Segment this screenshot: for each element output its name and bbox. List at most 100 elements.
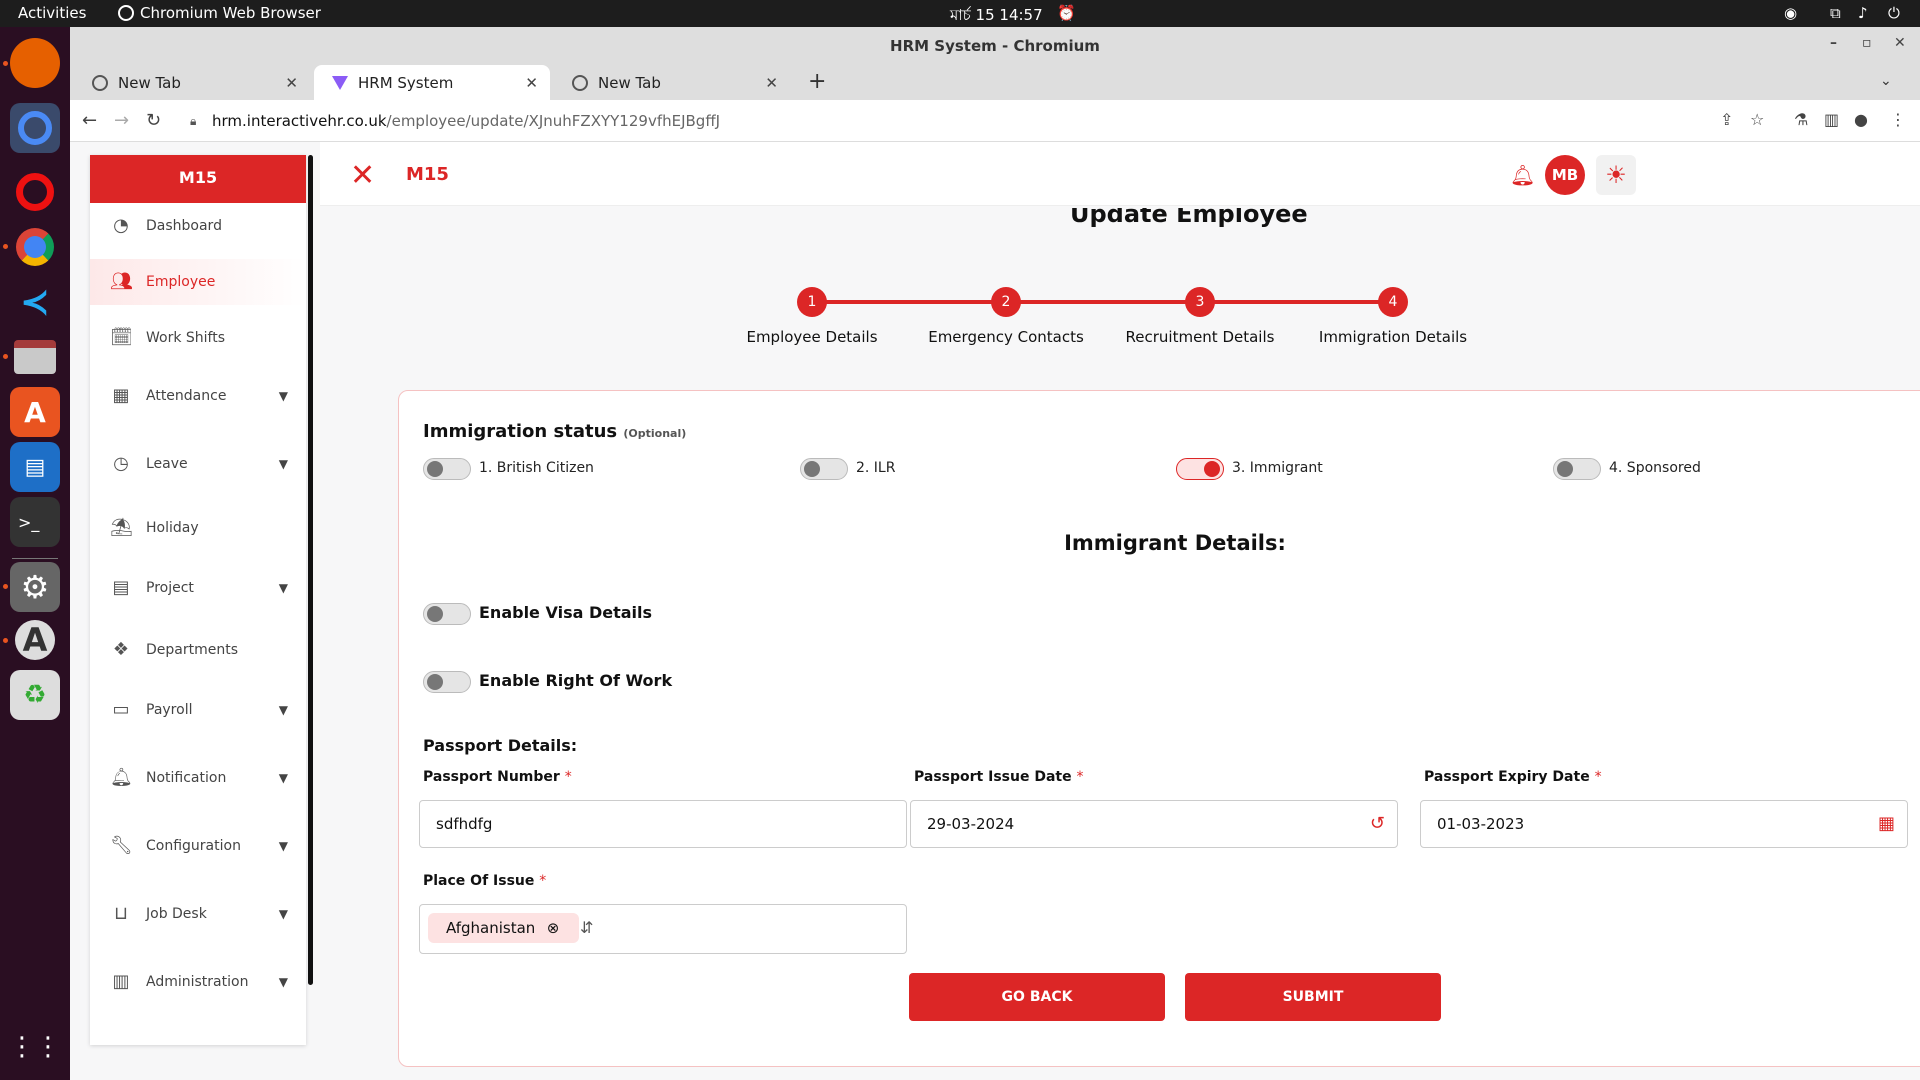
sidebar-item-employee[interactable]: 👥︎ Employee (90, 259, 306, 305)
back-icon[interactable]: ← (82, 110, 97, 131)
passport-issue-date-input[interactable]: 29-03-2024 ↺ (910, 800, 1398, 848)
site-info-icon[interactable]: 🔒︎ (190, 107, 196, 136)
trash-icon[interactable]: ♻ (10, 670, 60, 720)
side-panel-icon[interactable]: ▥ (1824, 110, 1839, 129)
power-icon[interactable]: ⏻ (1888, 4, 1900, 22)
remove-chip-icon[interactable]: ⊗ (547, 913, 560, 943)
sidebar-item-job-desk[interactable]: ⊔ Job Desk ▼ (90, 891, 306, 937)
sidebar-item-dashboard[interactable]: ◔ Dashboard (90, 203, 306, 249)
settings-icon[interactable]: ⚙ (10, 562, 60, 612)
chromium-favicon (572, 74, 588, 91)
tab-new-tab-1[interactable]: New Tab ✕ (74, 65, 310, 100)
network-icon[interactable]: ⧉ (1830, 4, 1841, 22)
close-tab-icon[interactable]: ✕ (285, 74, 298, 92)
toggle-knob (427, 606, 443, 622)
sidebar-item-leave[interactable]: ◷ Leave ▼ (90, 441, 306, 487)
app-menu[interactable]: Chromium Web Browser (140, 4, 321, 22)
input-value: 29-03-2024 (927, 815, 1015, 833)
toggle-sponsored[interactable] (1553, 458, 1601, 480)
show-apps-icon[interactable]: ⋮⋮ (9, 1022, 61, 1072)
passport-number-label: Passport Number * (423, 769, 572, 785)
sidebar-item-label: Payroll (146, 702, 193, 718)
firefox-icon[interactable] (10, 38, 60, 88)
forward-icon[interactable]: → (114, 110, 129, 131)
passport-expiry-date-input[interactable]: 01-03-2023 ▦ (1420, 800, 1908, 848)
place-of-issue-label: Place Of Issue * (423, 873, 546, 889)
close-tab-icon[interactable]: ✕ (525, 74, 538, 92)
cubes-icon: ❖ (112, 639, 130, 660)
dock-separator (12, 558, 58, 559)
chrome-icon[interactable] (10, 222, 60, 272)
immigration-status-text: Immigration status (423, 421, 618, 442)
step-4-circle[interactable]: 4 (1378, 287, 1408, 317)
reset-icon[interactable]: ↺ (1370, 801, 1385, 847)
share-icon[interactable]: ⇪ (1720, 110, 1733, 129)
submit-button[interactable]: SUBMIT (1185, 973, 1441, 1021)
extensions-icon[interactable]: ⚗ (1794, 110, 1808, 129)
toggle-immigrant[interactable] (1176, 458, 1224, 480)
minimize-icon[interactable]: – (1830, 35, 1837, 51)
writer-icon[interactable]: ▤ (10, 442, 60, 492)
menu-icon[interactable]: ⋮ (1890, 110, 1906, 129)
volume-icon[interactable]: ♪ (1858, 4, 1868, 22)
reload-icon[interactable]: ↻ (146, 110, 161, 131)
step-3-circle[interactable]: 3 (1185, 287, 1215, 317)
passport-number-input[interactable]: sdfhdfg (419, 800, 907, 848)
sidebar-item-departments[interactable]: ❖ Departments (90, 627, 306, 673)
chrome-tray-icon[interactable]: ◉ (1784, 4, 1797, 22)
toggle-ilr[interactable] (800, 458, 848, 480)
bookmark-star-icon[interactable]: ☆ (1750, 110, 1764, 129)
dock: ≺ A ▤ >_ ⚙ A ♻ ⋮⋮ (0, 27, 70, 1080)
updater-icon[interactable]: A (10, 615, 60, 665)
sidebar-item-notification[interactable]: 🔔︎ Notification ▼ (90, 755, 306, 801)
clock[interactable]: মার্চ 15 14:57 (950, 4, 1043, 29)
sidebar-item-project[interactable]: ▤ Project ▼ (90, 565, 306, 611)
sidebar-item-holiday[interactable]: ⛱ Holiday (90, 505, 306, 551)
maximize-icon[interactable]: ▫ (1862, 35, 1872, 51)
sidebar-item-administration[interactable]: ▥ Administration ▼ (90, 959, 306, 1005)
close-tab-icon[interactable]: ✕ (765, 74, 778, 92)
sidebar-item-attendance[interactable]: ▦ Attendance ▼ (90, 373, 306, 419)
chromium-dock-icon[interactable] (10, 103, 60, 153)
header-brand: M15 (406, 164, 449, 185)
sidebar-scrollbar[interactable] (308, 155, 313, 985)
step-2-label[interactable]: Emergency Contacts (906, 328, 1106, 346)
tab-hrm-system[interactable]: HRM System ✕ (314, 65, 550, 100)
step-3-label[interactable]: Recruitment Details (1100, 328, 1300, 346)
toggle-british-citizen[interactable] (423, 458, 471, 480)
title-bar: HRM System - Chromium – ▫ ✕ (70, 27, 1920, 65)
vscode-icon[interactable]: ≺ (10, 277, 60, 327)
go-back-button[interactable]: GO BACK (909, 973, 1165, 1021)
step-1-circle[interactable]: 1 (797, 287, 827, 317)
close-icon[interactable]: ✕ (350, 158, 375, 193)
step-2-circle[interactable]: 2 (991, 287, 1021, 317)
step-4-label[interactable]: Immigration Details (1293, 328, 1493, 346)
profile-icon[interactable]: ● (1854, 110, 1868, 129)
app-center-icon[interactable]: A (10, 387, 60, 437)
sort-arrows-icon[interactable]: ⇵ (580, 905, 593, 951)
label-text: Passport Issue Date (914, 769, 1072, 785)
address-bar[interactable]: 🔒︎ hrm.interactivehr.co.uk/employee/upda… (180, 107, 1740, 136)
close-window-icon[interactable]: ✕ (1894, 35, 1906, 51)
avatar[interactable]: MB (1545, 155, 1585, 195)
tab-search-icon[interactable]: ⌄ (1880, 73, 1892, 89)
activities-button[interactable]: Activities (18, 4, 86, 22)
toggle-knob (1204, 461, 1220, 477)
opera-icon[interactable] (10, 167, 60, 217)
tab-new-tab-2[interactable]: New Tab ✕ (554, 65, 790, 100)
files-icon[interactable] (10, 332, 60, 382)
notification-bell-icon[interactable]: 🔔︎ (1510, 163, 1535, 187)
toggle-visa-details[interactable] (423, 603, 471, 625)
sidebar-item-configuration[interactable]: 🔧︎ Configuration ▼ (90, 823, 306, 869)
step-1-label[interactable]: Employee Details (712, 328, 912, 346)
sidebar-brand[interactable]: M15 (90, 155, 306, 203)
theme-toggle-sun-icon[interactable]: ☀ (1596, 155, 1636, 195)
new-tab-icon[interactable]: + (808, 69, 826, 94)
toggle-right-of-work[interactable] (423, 671, 471, 693)
place-of-issue-select[interactable]: Afghanistan ⊗ ⇵ (419, 904, 907, 954)
calendar-icon[interactable]: ▦ (1878, 801, 1895, 847)
terminal-icon[interactable]: >_ (10, 497, 60, 547)
sidebar-item-payroll[interactable]: ▭ Payroll ▼ (90, 687, 306, 733)
country-chip: Afghanistan ⊗ (428, 913, 580, 943)
sidebar-item-work-shifts[interactable]: 🗓︎ Work Shifts (90, 315, 306, 361)
